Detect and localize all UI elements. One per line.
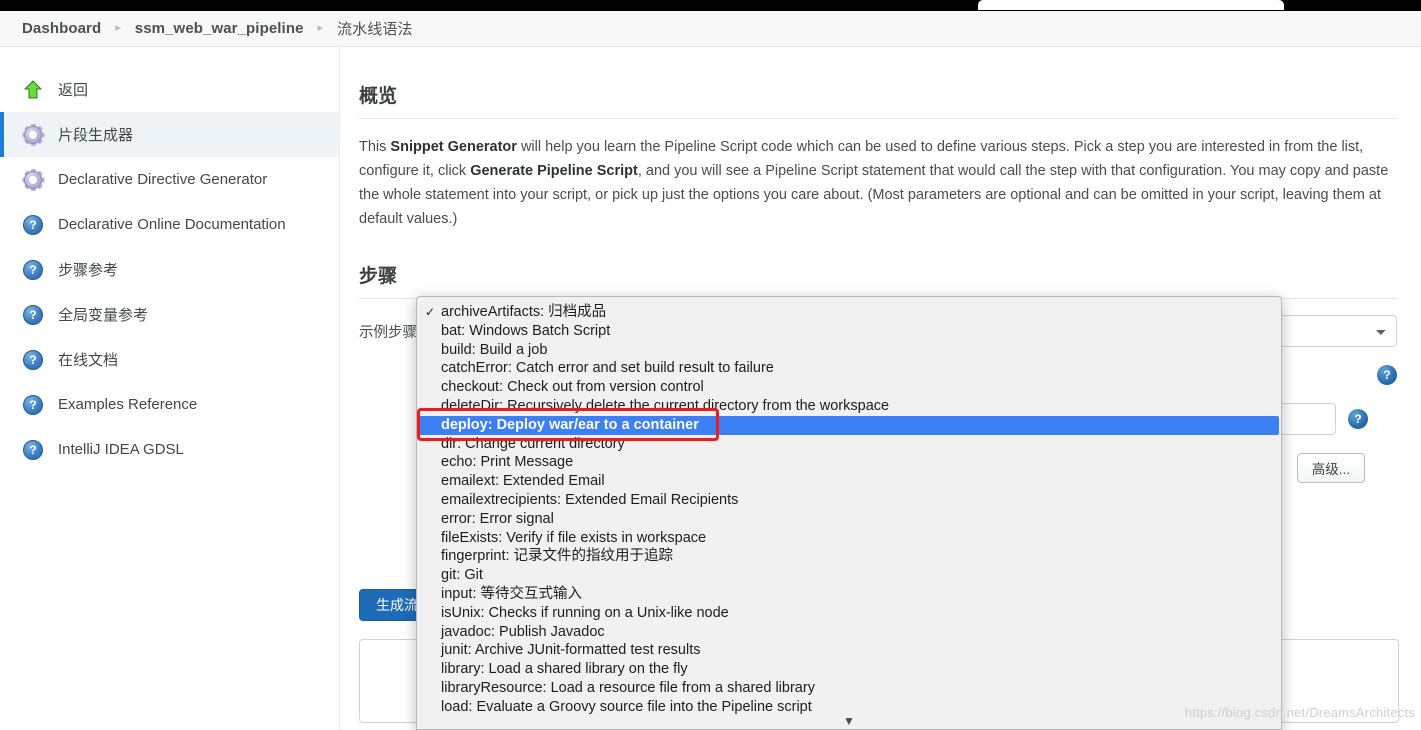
dropdown-option-label: bat: Windows Batch Script xyxy=(441,322,611,339)
section-title-steps: 步骤 xyxy=(359,266,398,287)
gear-icon xyxy=(22,123,44,146)
advanced-button[interactable]: 高级... xyxy=(1296,453,1365,483)
sidebar-item-label: Examples Reference xyxy=(58,396,198,413)
breadcrumb-item-pipeline[interactable]: ssm_web_war_pipeline xyxy=(135,20,304,37)
dropdown-option-label: isUnix: Checks if running on a Unix-like… xyxy=(441,604,729,621)
sidebar-item-online-documentation[interactable]: ? 在线文档 xyxy=(0,337,339,382)
dropdown-option-label: junit: Archive JUnit-formatted test resu… xyxy=(441,642,701,659)
up-arrow-icon xyxy=(22,79,44,101)
dropdown-option-label: dir: Change current directory xyxy=(441,435,625,452)
dropdown-option[interactable]: deleteDir: Recursively delete the curren… xyxy=(417,397,1281,416)
dropdown-option[interactable]: catchError: Catch error and set build re… xyxy=(417,359,1281,378)
dropdown-option-label: archiveArtifacts: 归档成品 xyxy=(441,304,607,320)
dropdown-option[interactable]: input: 等待交互式输入 xyxy=(417,585,1281,604)
dropdown-option[interactable]: fingerprint: 记录文件的指纹用于追踪 xyxy=(417,547,1281,566)
page-title-overview: 概览 xyxy=(359,86,398,107)
dropdown-option[interactable]: isUnix: Checks if running on a Unix-like… xyxy=(417,604,1281,623)
dropdown-option-label: deploy: Deploy war/ear to a container xyxy=(441,416,699,433)
dropdown-option-label: javadoc: Publish Javadoc xyxy=(441,623,605,640)
help-icon[interactable]: ? xyxy=(1377,365,1397,385)
app-top-bar xyxy=(0,0,1421,11)
dropdown-option[interactable]: emailextrecipients: Extended Email Recip… xyxy=(417,491,1281,510)
dropdown-option-label: emailextrecipients: Extended Email Recip… xyxy=(441,491,739,508)
dropdown-option-label: input: 等待交互式输入 xyxy=(441,585,582,602)
dropdown-option[interactable]: ✓ archiveArtifacts: 归档成品 xyxy=(417,303,1281,322)
dropdown-option[interactable]: error: Error signal xyxy=(417,510,1281,529)
sidebar-item-declarative-directive-generator[interactable]: Declarative Directive Generator xyxy=(0,157,339,202)
dropdown-option[interactable]: library: Load a shared library on the fl… xyxy=(417,660,1281,679)
sidebar-item-label: 全局变量参考 xyxy=(58,307,149,324)
dropdown-option-label: error: Error signal xyxy=(441,510,554,527)
overview-text-a: This xyxy=(359,139,391,155)
gear-icon xyxy=(22,168,44,191)
dropdown-option[interactable]: deploy: Deploy war/ear to a container xyxy=(419,415,1279,435)
dropdown-option[interactable]: git: Git xyxy=(417,566,1281,585)
dropdown-option-label: deleteDir: Recursively delete the curren… xyxy=(441,397,890,414)
help-icon: ? xyxy=(22,259,44,281)
global-search-input[interactable] xyxy=(978,0,1284,10)
help-icon: ? xyxy=(22,439,44,461)
dropdown-option-label: library: Load a shared library on the fl… xyxy=(441,661,688,678)
dropdown-option[interactable]: emailext: Extended Email xyxy=(417,472,1281,491)
sidebar-item-examples-reference[interactable]: ? Examples Reference xyxy=(0,382,339,427)
sidebar: 返回 片段生成器 Declarative Directive Generator… xyxy=(0,47,340,730)
dropdown-option-label: build: Build a job xyxy=(441,341,548,358)
sidebar-item-global-variable-reference[interactable]: ? 全局变量参考 xyxy=(0,292,339,337)
dropdown-option[interactable]: echo: Print Message xyxy=(417,453,1281,472)
sidebar-item-back[interactable]: 返回 xyxy=(0,67,339,112)
watermark: https://blog.csdn.net/DreamsArchitects xyxy=(1184,705,1415,720)
sidebar-item-label: Declarative Online Documentation xyxy=(58,216,286,233)
sidebar-item-label: IntelliJ IDEA GDSL xyxy=(58,441,184,458)
dropdown-option[interactable]: checkout: Check out from version control xyxy=(417,378,1281,397)
dropdown-option-label: catchError: Catch error and set build re… xyxy=(441,360,774,377)
overview-paragraph: This Snippet Generator will help you lea… xyxy=(359,135,1397,231)
breadcrumb-item-syntax[interactable]: 流水线语法 xyxy=(337,18,413,39)
help-icon: ? xyxy=(22,304,44,326)
dropdown-option-label: git: Git xyxy=(441,567,483,584)
sidebar-item-declarative-online-documentation[interactable]: ? Declarative Online Documentation xyxy=(0,202,339,247)
breadcrumb-separator-icon: ▸ xyxy=(115,22,121,34)
help-icon: ? xyxy=(22,394,44,416)
dropdown-option-label: libraryResource: Load a resource file fr… xyxy=(441,679,815,696)
sidebar-item-label: Declarative Directive Generator xyxy=(58,171,268,188)
breadcrumb-item-dashboard[interactable]: Dashboard xyxy=(22,20,101,37)
sample-step-dropdown-list[interactable]: ✓ archiveArtifacts: 归档成品 bat: Windows Batc… xyxy=(416,296,1282,730)
dropdown-option-label: echo: Print Message xyxy=(441,454,574,471)
overview-bold-snippet-generator: Snippet Generator xyxy=(390,139,517,155)
dropdown-options-container: ✓ archiveArtifacts: 归档成品 bat: Windows Batc… xyxy=(417,297,1281,717)
dropdown-option[interactable]: junit: Archive JUnit-formatted test resu… xyxy=(417,641,1281,660)
overview-bold-generate-pipeline-script: Generate Pipeline Script xyxy=(470,163,638,179)
dropdown-option-label: fingerprint: 记录文件的指纹用于追踪 xyxy=(441,548,674,565)
dropdown-option-label: emailext: Extended Email xyxy=(441,473,605,490)
help-icon[interactable]: ? xyxy=(1348,409,1368,429)
breadcrumb: Dashboard ▸ ssm_web_war_pipeline ▸ 流水线语法 xyxy=(0,11,1421,47)
help-icon: ? xyxy=(22,349,44,371)
sidebar-item-label: 步骤参考 xyxy=(58,262,119,279)
sidebar-item-step-reference[interactable]: ? 步骤参考 xyxy=(0,247,339,292)
dropdown-option[interactable]: fileExists: Verify if file exists in wor… xyxy=(417,529,1281,548)
sidebar-item-snippet-generator[interactable]: 片段生成器 xyxy=(0,112,339,157)
dropdown-option[interactable]: libraryResource: Load a resource file fr… xyxy=(417,679,1281,698)
dropdown-option[interactable]: dir: Change current directory xyxy=(417,435,1281,454)
check-icon: ✓ xyxy=(425,305,436,319)
dropdown-option-label: checkout: Check out from version control xyxy=(441,379,704,396)
dropdown-option[interactable]: build: Build a job xyxy=(417,341,1281,360)
dropdown-option-label: fileExists: Verify if file exists in wor… xyxy=(441,529,707,546)
sidebar-item-label: 在线文档 xyxy=(58,352,119,369)
help-icon: ? xyxy=(22,214,44,236)
breadcrumb-separator-icon: ▸ xyxy=(317,22,324,34)
chevron-down-icon[interactable]: ▼ xyxy=(417,715,1281,727)
sidebar-item-label: 片段生成器 xyxy=(58,127,134,144)
sidebar-item-intellij-idea-gdsl[interactable]: ? IntelliJ IDEA GDSL xyxy=(0,427,339,472)
dropdown-option[interactable]: javadoc: Publish Javadoc xyxy=(417,623,1281,642)
dropdown-option[interactable]: bat: Windows Batch Script xyxy=(417,322,1281,341)
dropdown-option-label: load: Evaluate a Groovy source file into… xyxy=(441,698,812,715)
divider xyxy=(359,118,1397,119)
sidebar-item-label: 返回 xyxy=(58,82,89,99)
